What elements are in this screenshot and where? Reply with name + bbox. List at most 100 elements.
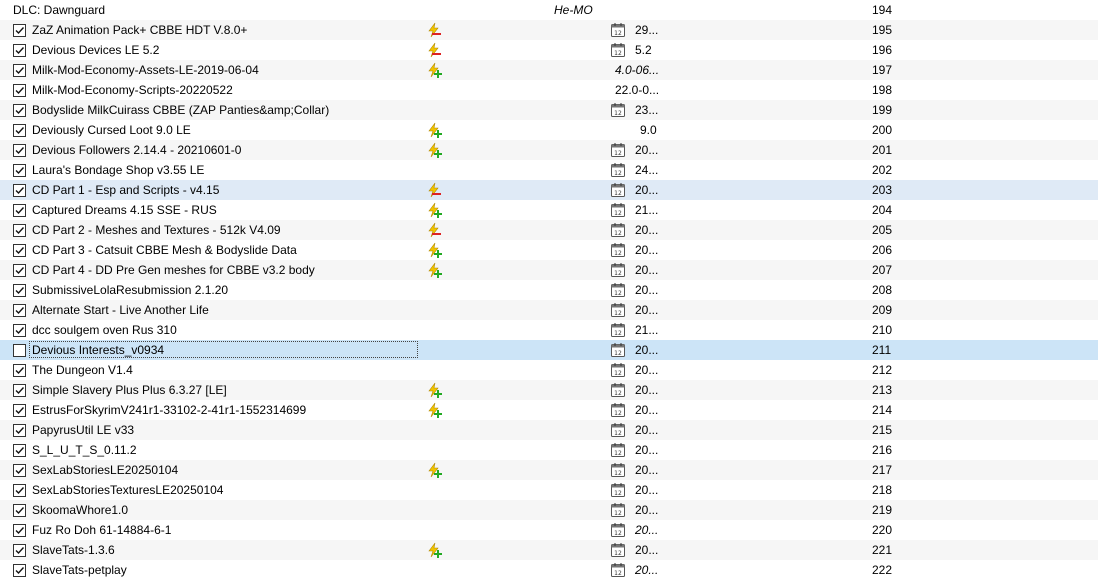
priority: 196 xyxy=(872,43,893,57)
svg-text:12: 12 xyxy=(614,570,622,577)
mod-row[interactable]: SexLabStoriesTexturesLE20250104 12 20... 21… xyxy=(0,480,1098,500)
priority: 214 xyxy=(872,403,893,417)
separator-name: DLC: Dawnguard xyxy=(13,3,106,17)
calendar-icon: 12 xyxy=(611,223,625,237)
calendar-icon: 12 xyxy=(611,23,625,37)
mod-row[interactable]: CD Part 4 - DD Pre Gen meshes for CBBE v… xyxy=(0,260,1098,280)
plugin-loose-icon xyxy=(426,462,442,478)
mod-checkbox[interactable] xyxy=(13,344,26,357)
mod-row[interactable]: PapyrusUtil LE v33 12 20... 215 xyxy=(0,420,1098,440)
mod-checkbox[interactable] xyxy=(13,564,26,577)
svg-text:12: 12 xyxy=(614,290,622,297)
mod-checkbox[interactable] xyxy=(13,204,26,217)
calendar-icon: 12 xyxy=(611,203,625,217)
calendar-icon: 12 xyxy=(611,183,625,197)
mod-row[interactable]: The Dungeon V1.4 12 20... 212 xyxy=(0,360,1098,380)
mod-version: 20... xyxy=(635,143,659,157)
mod-checkbox[interactable] xyxy=(13,324,26,337)
mod-row[interactable]: SubmissiveLolaResubmission 2.1.20 12 20...… xyxy=(0,280,1098,300)
mod-row[interactable]: CD Part 1 - Esp and Scripts - v4.15 12 20.… xyxy=(0,180,1098,200)
separator-row[interactable]: DLC: Dawnguard He-MO 194 xyxy=(0,0,1098,20)
mod-checkbox[interactable] xyxy=(13,464,26,477)
mod-row[interactable]: Alternate Start - Live Another Life 12 20.… xyxy=(0,300,1098,320)
mod-row[interactable]: dcc soulgem oven Rus 310 12 21... 210 xyxy=(0,320,1098,340)
mod-row[interactable]: SlaveTats-1.3.6 12 20... 221 xyxy=(0,540,1098,560)
mod-row[interactable]: Milk-Mod-Economy-Assets-LE-2019-06-04 4.0… xyxy=(0,60,1098,80)
mod-checkbox[interactable] xyxy=(13,24,26,37)
mod-row[interactable]: CD Part 3 - Catsuit CBBE Mesh & Bodyslid… xyxy=(0,240,1098,260)
mod-name: Fuz Ro Doh 61-14884-6-1 xyxy=(32,523,172,537)
mod-checkbox[interactable] xyxy=(13,364,26,377)
mod-checkbox[interactable] xyxy=(13,44,26,57)
mod-row[interactable]: Fuz Ro Doh 61-14884-6-1 12 20... 220 xyxy=(0,520,1098,540)
mod-row[interactable]: CD Part 2 - Meshes and Textures - 512k V… xyxy=(0,220,1098,240)
mod-checkbox[interactable] xyxy=(13,164,26,177)
calendar-icon: 12 xyxy=(611,463,625,477)
mod-checkbox[interactable] xyxy=(13,544,26,557)
mod-name: CD Part 4 - DD Pre Gen meshes for CBBE v… xyxy=(32,263,315,277)
mod-version: 20... xyxy=(635,503,659,517)
mod-row[interactable]: SkoomaWhore1.0 12 20... 219 xyxy=(0,500,1098,520)
mod-checkbox[interactable] xyxy=(13,124,26,137)
plugin-loose-icon xyxy=(426,542,442,558)
mod-checkbox[interactable] xyxy=(13,64,26,77)
mod-checkbox[interactable] xyxy=(13,504,26,517)
mod-row[interactable]: Deviously Cursed Loot 9.0 LE 9.0 200 xyxy=(0,120,1098,140)
mod-checkbox[interactable] xyxy=(13,424,26,437)
svg-text:12: 12 xyxy=(614,110,622,117)
svg-text:12: 12 xyxy=(614,490,622,497)
mod-checkbox[interactable] xyxy=(13,184,26,197)
mod-name: Milk-Mod-Economy-Assets-LE-2019-06-04 xyxy=(32,63,259,77)
mod-row[interactable]: EstrusForSkyrimV241r1-33102-2-41r1-15523… xyxy=(0,400,1098,420)
calendar-icon: 12 xyxy=(611,383,625,397)
svg-text:12: 12 xyxy=(614,470,622,477)
mod-checkbox[interactable] xyxy=(13,284,26,297)
mod-checkbox[interactable] xyxy=(13,404,26,417)
mod-version: 20... xyxy=(635,463,659,477)
svg-text:12: 12 xyxy=(614,550,622,557)
mod-row[interactable]: Captured Dreams 4.15 SSE - RUS 12 21... 204 xyxy=(0,200,1098,220)
mod-row[interactable]: Milk-Mod-Economy-Scripts-20220522 22.0-0.… xyxy=(0,80,1098,100)
mod-checkbox[interactable] xyxy=(13,244,26,257)
mod-row[interactable]: S_L_U_T_S_0.11.2 12 20... 216 xyxy=(0,440,1098,460)
mod-checkbox[interactable] xyxy=(13,444,26,457)
mod-row[interactable]: ZaZ Animation Pack+ CBBE HDT V.8.0+ 12 29.… xyxy=(0,20,1098,40)
mod-row[interactable]: SexLabStoriesLE20250104 12 20... 217 xyxy=(0,460,1098,480)
mod-checkbox[interactable] xyxy=(13,264,26,277)
priority: 204 xyxy=(872,203,893,217)
mod-checkbox[interactable] xyxy=(13,104,26,117)
mod-checkbox[interactable] xyxy=(13,384,26,397)
priority: 211 xyxy=(872,343,892,357)
mod-row[interactable]: SlaveTats-petplay 12 20... 222 xyxy=(0,560,1098,580)
mod-checkbox[interactable] xyxy=(13,224,26,237)
mod-name: SkoomaWhore1.0 xyxy=(32,503,129,517)
mod-checkbox[interactable] xyxy=(13,84,26,97)
mod-row[interactable]: Devious Followers 2.14.4 - 20210601-0 12 2… xyxy=(0,140,1098,160)
calendar-icon: 12 xyxy=(611,563,625,577)
priority: 194 xyxy=(872,3,893,17)
calendar-icon: 12 xyxy=(611,283,625,297)
focus-rectangle xyxy=(29,341,418,358)
priority: 201 xyxy=(872,143,893,157)
svg-text:12: 12 xyxy=(614,450,622,457)
calendar-icon: 12 xyxy=(611,263,625,277)
priority: 195 xyxy=(872,23,893,37)
mod-row[interactable]: Devious Interests_v0934 12 20... 211 xyxy=(0,340,1098,360)
svg-text:12: 12 xyxy=(614,510,622,517)
calendar-icon: 12 xyxy=(611,483,625,497)
mod-name: CD Part 1 - Esp and Scripts - v4.15 xyxy=(32,183,220,197)
mod-checkbox[interactable] xyxy=(13,524,26,537)
mod-row[interactable]: Simple Slavery Plus Plus 6.3.27 [LE] 12 20… xyxy=(0,380,1098,400)
mod-checkbox[interactable] xyxy=(13,304,26,317)
mod-row[interactable]: Devious Devices LE 5.2 12 5.2 196 xyxy=(0,40,1098,60)
mod-version: 20... xyxy=(635,523,659,537)
mod-version: 22.0-0... xyxy=(615,83,660,97)
mod-checkbox[interactable] xyxy=(13,144,26,157)
priority: 208 xyxy=(872,283,893,297)
mod-checkbox[interactable] xyxy=(13,484,26,497)
mod-name: dcc soulgem oven Rus 310 xyxy=(32,323,177,337)
mod-row[interactable]: Laura's Bondage Shop v3.55 LE 12 24... 202 xyxy=(0,160,1098,180)
svg-text:12: 12 xyxy=(614,430,622,437)
calendar-icon: 12 xyxy=(611,423,625,437)
mod-row[interactable]: Bodyslide MilkCuirass CBBE (ZAP Panties&… xyxy=(0,100,1098,120)
